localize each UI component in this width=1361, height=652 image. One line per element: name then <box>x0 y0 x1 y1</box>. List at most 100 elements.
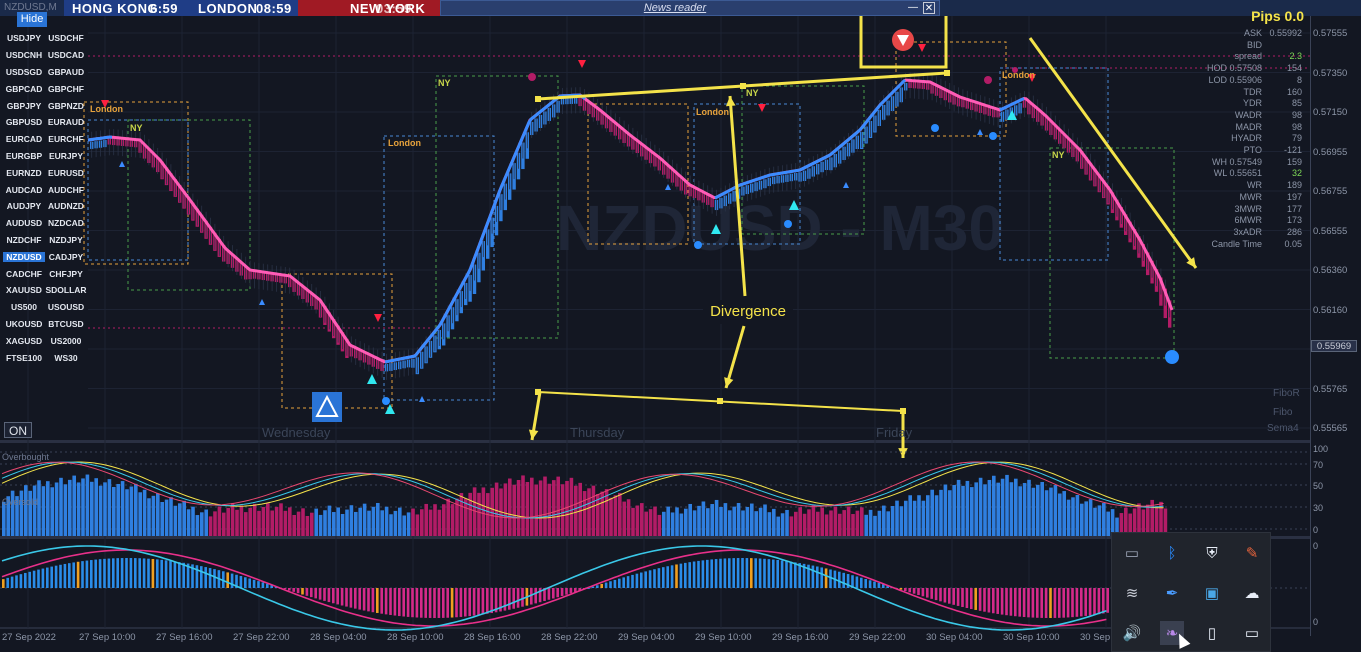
macd-bar <box>948 588 951 604</box>
symbol-button[interactable]: GBPAUD <box>45 67 87 77</box>
edit-paint-icon[interactable]: ✎ <box>1240 541 1264 565</box>
macd-bar <box>877 582 881 588</box>
symbol-button[interactable]: SDOLLAR <box>45 285 87 295</box>
symbol-button[interactable]: GBPCAD <box>3 84 45 94</box>
minimize-icon[interactable]: — <box>907 2 919 14</box>
symbol-button[interactable]: GBPJPY <box>3 101 45 111</box>
oscillator-bar <box>934 495 939 536</box>
oscillator-bar <box>688 503 692 536</box>
macd-bar <box>446 588 449 618</box>
macd-bar <box>684 562 687 588</box>
close-icon[interactable]: ✕ <box>923 2 935 14</box>
bluetooth-icon[interactable]: ᛒ <box>1160 541 1184 565</box>
oscillator-bar <box>710 504 714 536</box>
macd-bar <box>182 562 185 588</box>
oscillator-bar <box>147 498 151 536</box>
monitor-icon[interactable]: ▭ <box>1120 541 1144 565</box>
macd-bar <box>340 588 344 606</box>
wifi-icon[interactable]: ≋ <box>1120 581 1144 605</box>
oscillator-bar <box>1044 490 1049 536</box>
oscillator-bar <box>530 477 534 536</box>
symbol-button[interactable]: AUDNZD <box>45 201 87 211</box>
symbol-button[interactable]: USDSGD <box>3 67 45 77</box>
symbol-button[interactable]: EURJPY <box>45 151 87 161</box>
symbol-button[interactable]: XAGUSD <box>3 336 45 346</box>
symbol-button[interactable]: USDCHF <box>45 33 87 43</box>
symbol-button[interactable]: AUDCHF <box>45 185 87 195</box>
battery-icon[interactable]: ▭ <box>1240 621 1264 645</box>
symbol-button[interactable]: AUDCAD <box>3 185 45 195</box>
symbol-button[interactable]: EURCHF <box>45 134 87 144</box>
sell-arrow-icon <box>374 314 382 322</box>
symbol-button[interactable]: AUDJPY <box>3 201 45 211</box>
symbol-button[interactable]: CHFJPY <box>45 269 87 279</box>
oscillator-bar <box>679 513 684 536</box>
oscillator-bar <box>895 500 899 536</box>
macd-bar <box>556 588 559 598</box>
symbol-button[interactable]: US500 <box>3 302 45 312</box>
macd-bar <box>1040 588 1043 618</box>
small-buy-arrow-icon <box>419 396 425 402</box>
symbol-button[interactable]: EURGBP <box>3 151 45 161</box>
symbol-button[interactable]: US2000 <box>45 336 87 346</box>
trendline-handle <box>717 398 723 404</box>
macd-bar <box>670 565 674 588</box>
symbol-button[interactable]: WS30 <box>45 353 87 363</box>
oscillator-bar <box>807 509 811 536</box>
symbol-row: NZDCHF NZDJPY <box>3 232 87 249</box>
signal-dot <box>382 397 390 405</box>
symbol-button[interactable]: USDCAD <box>45 50 87 60</box>
macd-bar <box>464 588 467 617</box>
speaker-icon[interactable]: 🔊 <box>1120 621 1144 645</box>
chart-watermark: NZDUSD - M30 <box>556 192 1004 264</box>
symbol-button[interactable]: EURUSD <box>45 168 87 178</box>
stat-row: LOD 0.55906 8 <box>1196 75 1304 87</box>
news-reader-bar[interactable]: News reader — ✕ <box>440 0 940 16</box>
news-reader-link[interactable]: News reader <box>441 2 909 14</box>
stat-row: BID <box>1196 40 1304 52</box>
osc-tick-50: 50 <box>1313 481 1324 491</box>
symbol-button[interactable]: XAUUSD <box>3 285 45 295</box>
symbol-button[interactable]: BTCUSD <box>45 319 87 329</box>
symbol-button[interactable]: CADJPY <box>45 252 87 262</box>
security-shield-icon[interactable]: ⛨ <box>1200 541 1224 565</box>
macd-bar <box>1075 588 1079 617</box>
hide-button[interactable]: Hide <box>17 12 47 27</box>
symbol-button[interactable]: EURNZD <box>3 168 45 178</box>
macd-bar <box>103 558 106 588</box>
symbol-button[interactable]: NZDJPY <box>45 235 87 245</box>
cloud-icon[interactable]: ☁ <box>1240 581 1264 605</box>
macd-bar <box>952 588 955 605</box>
oscillator-bar <box>521 475 525 536</box>
symbol-button[interactable]: NZDCHF <box>3 235 45 245</box>
symbol-button[interactable]: EURAUD <box>45 117 87 127</box>
oscillator-bar <box>310 512 314 536</box>
macd-bar <box>978 588 982 611</box>
display-settings-icon[interactable]: ▣ <box>1200 581 1224 605</box>
symbol-button[interactable]: GBPNZD <box>45 101 87 111</box>
oscillator-bar <box>750 503 754 536</box>
symbol-button[interactable]: UKOUSD <box>3 319 45 329</box>
stat-value: 2.3 <box>1289 51 1302 62</box>
macd-bar <box>147 558 150 588</box>
symbol-button[interactable]: GBPUSD <box>3 117 45 127</box>
signal-dot <box>784 220 792 228</box>
oscillator-bar <box>195 515 200 536</box>
usb-drive-icon[interactable]: ▯ <box>1200 621 1224 645</box>
signal-dot <box>528 73 536 81</box>
symbol-button[interactable]: AUDUSD <box>3 218 45 228</box>
symbol-button[interactable]: NZDCAD <box>45 218 87 228</box>
symbol-button[interactable]: USDCNH <box>3 50 45 60</box>
symbol-button[interactable]: GBPCHF <box>45 84 87 94</box>
symbol-button[interactable]: FTSE100 <box>3 353 45 363</box>
symbol-button[interactable]: USOUSD <box>45 302 87 312</box>
macd-bar <box>640 572 643 588</box>
oscillator-bar <box>367 510 371 536</box>
symbol-button[interactable]: USDJPY <box>3 33 45 43</box>
symbol-button[interactable]: EURCAD <box>3 134 45 144</box>
network-pen-icon[interactable]: ✒ <box>1160 581 1184 605</box>
on-toggle-button[interactable]: ON <box>4 422 32 438</box>
symbol-button[interactable]: NZDUSD <box>3 251 45 262</box>
symbol-button[interactable]: CADCHF <box>3 269 45 279</box>
macd-bar <box>811 565 815 588</box>
